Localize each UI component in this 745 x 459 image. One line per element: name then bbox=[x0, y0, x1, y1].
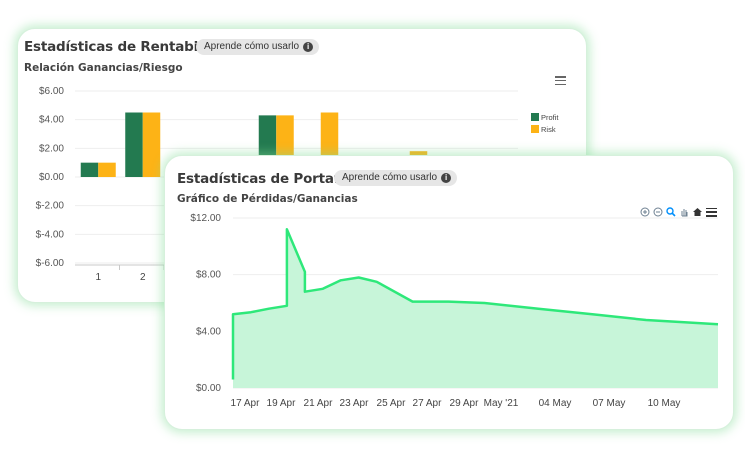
y-tick-label: $6.00 bbox=[39, 86, 64, 97]
y-tick-label: $4.00 bbox=[196, 326, 221, 337]
x-tick-label: 07 May bbox=[593, 398, 626, 409]
x-tick-label: 27 Apr bbox=[413, 398, 443, 409]
legend-swatch bbox=[531, 113, 539, 121]
y-tick-label: $0.00 bbox=[39, 172, 64, 183]
bar-risk bbox=[98, 162, 116, 177]
legend-label: Risk bbox=[541, 125, 556, 134]
y-tick-label: $-4.00 bbox=[36, 229, 65, 240]
y-tick-label: $8.00 bbox=[196, 270, 221, 281]
x-tick-label: 29 Apr bbox=[450, 398, 480, 409]
area-fill bbox=[233, 229, 718, 388]
bar-profit bbox=[80, 162, 99, 177]
y-tick-label: $-2.00 bbox=[36, 201, 65, 212]
x-tick-label: 25 Apr bbox=[377, 398, 407, 409]
x-tick-label: 10 May bbox=[648, 398, 681, 409]
x-tick-label: 2 bbox=[140, 272, 146, 283]
bar-risk bbox=[142, 112, 161, 177]
y-tick-label: $4.00 bbox=[39, 115, 64, 126]
portfolio-card: Estadísticas de Portafolio Aprende cómo … bbox=[164, 155, 734, 430]
y-tick-label: $2.00 bbox=[39, 143, 64, 154]
x-tick-label: 23 Apr bbox=[340, 398, 370, 409]
y-tick-label: $-6.00 bbox=[36, 258, 65, 269]
x-tick-label: 04 May bbox=[539, 398, 572, 409]
legend-label: Profit bbox=[541, 113, 559, 122]
y-tick-label: $12.00 bbox=[190, 213, 221, 224]
x-tick-label: 19 Apr bbox=[267, 398, 297, 409]
bar-profit bbox=[125, 112, 143, 177]
x-tick-label: 21 Apr bbox=[304, 398, 334, 409]
y-tick-label: $0.00 bbox=[196, 383, 221, 394]
x-tick-label: May '21 bbox=[484, 398, 519, 409]
legend-swatch bbox=[531, 125, 539, 133]
portfolio-area-chart: $12.00 $8.00 $4.00 $0.00 17 Apr 19 Apr 21 Apr 2… bbox=[190, 213, 719, 409]
x-tick-label: 17 Apr bbox=[231, 398, 261, 409]
x-tick-label: 1 bbox=[95, 272, 101, 283]
